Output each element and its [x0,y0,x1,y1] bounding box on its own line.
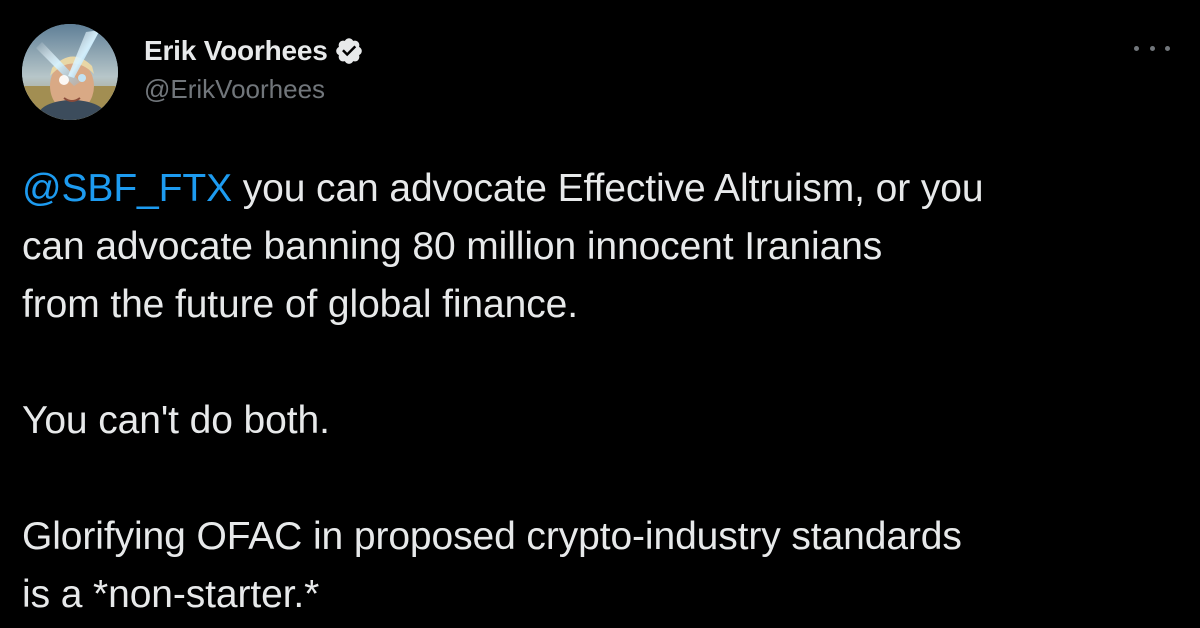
display-name[interactable]: Erik Voorhees [144,35,328,67]
verified-badge-icon [334,36,364,66]
tweet-line: Glorifying OFAC in proposed crypto-indus… [22,515,962,558]
avatar-image [22,24,118,120]
more-options-icon-dot [1165,45,1170,51]
user-handle[interactable]: @ErikVoorhees [144,74,364,105]
tweet-line: @SBF_FTX you can advocate Effective Altr… [22,160,1182,218]
more-options-icon-dot [1149,45,1155,51]
tweet-header: Erik Voorhees @ErikVoorhees [22,24,364,120]
mention-link[interactable]: @SBF_FTX [22,167,232,210]
tweet-line: can advocate banning 80 million innocent… [22,225,883,268]
name-row: Erik Voorhees [144,34,364,68]
tweet-line: You can't do both. [22,399,330,442]
tweet-line: from the future of global finance. [22,283,578,326]
tweet-text-segment: you can advocate Effective Altruism, or … [232,167,984,210]
user-avatar[interactable] [22,24,118,120]
tweet-card: Erik Voorhees @ErikVoorhees @SBF_FTX you… [0,0,1200,628]
tweet-line: is a *non-starter.* [22,573,320,616]
more-options-icon [1134,45,1139,51]
tweet-text: @SBF_FTX you can advocate Effective Altr… [22,160,1182,624]
user-meta: Erik Voorhees @ErikVoorhees [144,34,364,105]
more-options-button[interactable] [1134,36,1170,60]
